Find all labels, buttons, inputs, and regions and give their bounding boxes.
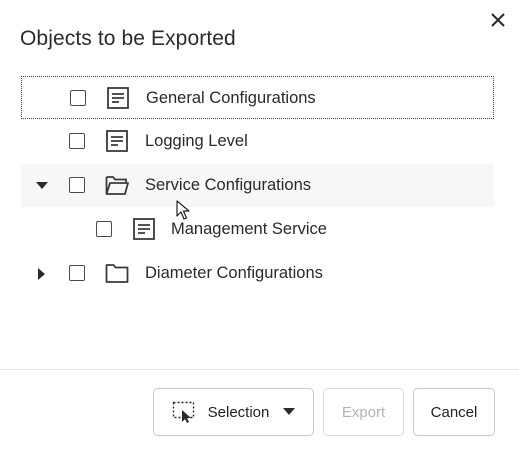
mouse-pointer-icon xyxy=(176,200,190,220)
tree-item-management-service[interactable]: Management Service xyxy=(21,208,494,251)
expand-toggle[interactable] xyxy=(35,267,49,281)
checkbox-logging-level[interactable] xyxy=(69,133,85,149)
dialog-title: Objects to be Exported xyxy=(20,27,236,50)
export-button[interactable]: Export xyxy=(323,388,404,436)
selection-menu-button[interactable]: Selection xyxy=(153,388,314,436)
tree-item-label: Logging Level xyxy=(145,132,248,150)
cancel-button[interactable]: Cancel xyxy=(413,388,495,436)
tree-item-label: General Configurations xyxy=(146,89,316,107)
checkbox-diameter-configurations[interactable] xyxy=(69,265,85,281)
expand-toggle[interactable] xyxy=(35,179,49,193)
checkbox-management-service[interactable] xyxy=(96,221,112,237)
folder-open-icon xyxy=(105,176,129,195)
caret-down-icon xyxy=(36,182,48,189)
tree-item-general-configurations[interactable]: General Configurations xyxy=(21,76,494,119)
tree-item-label: Management Service xyxy=(171,220,327,238)
caret-right-icon xyxy=(38,268,45,280)
checkbox-general-configurations[interactable] xyxy=(70,90,86,106)
document-icon xyxy=(133,218,155,240)
footer-divider xyxy=(0,369,519,370)
document-icon xyxy=(106,130,128,152)
tree-item-label: Diameter Configurations xyxy=(145,264,323,282)
caret-down-icon xyxy=(283,408,296,415)
tree-item-label: Service Configurations xyxy=(145,176,311,194)
selection-label: Selection xyxy=(207,403,270,421)
folder-icon xyxy=(105,264,129,283)
checkbox-service-configurations[interactable] xyxy=(69,177,85,193)
tree-item-logging-level[interactable]: Logging Level xyxy=(21,120,494,163)
document-icon xyxy=(107,87,129,109)
tree-item-diameter-configurations[interactable]: Diameter Configurations xyxy=(21,252,494,295)
tree-item-service-configurations[interactable]: Service Configurations xyxy=(21,164,494,207)
export-dialog: Objects to be Exported General Configura… xyxy=(0,0,519,458)
close-button[interactable] xyxy=(486,8,510,32)
close-icon xyxy=(491,13,505,27)
marquee-select-icon xyxy=(172,401,194,423)
